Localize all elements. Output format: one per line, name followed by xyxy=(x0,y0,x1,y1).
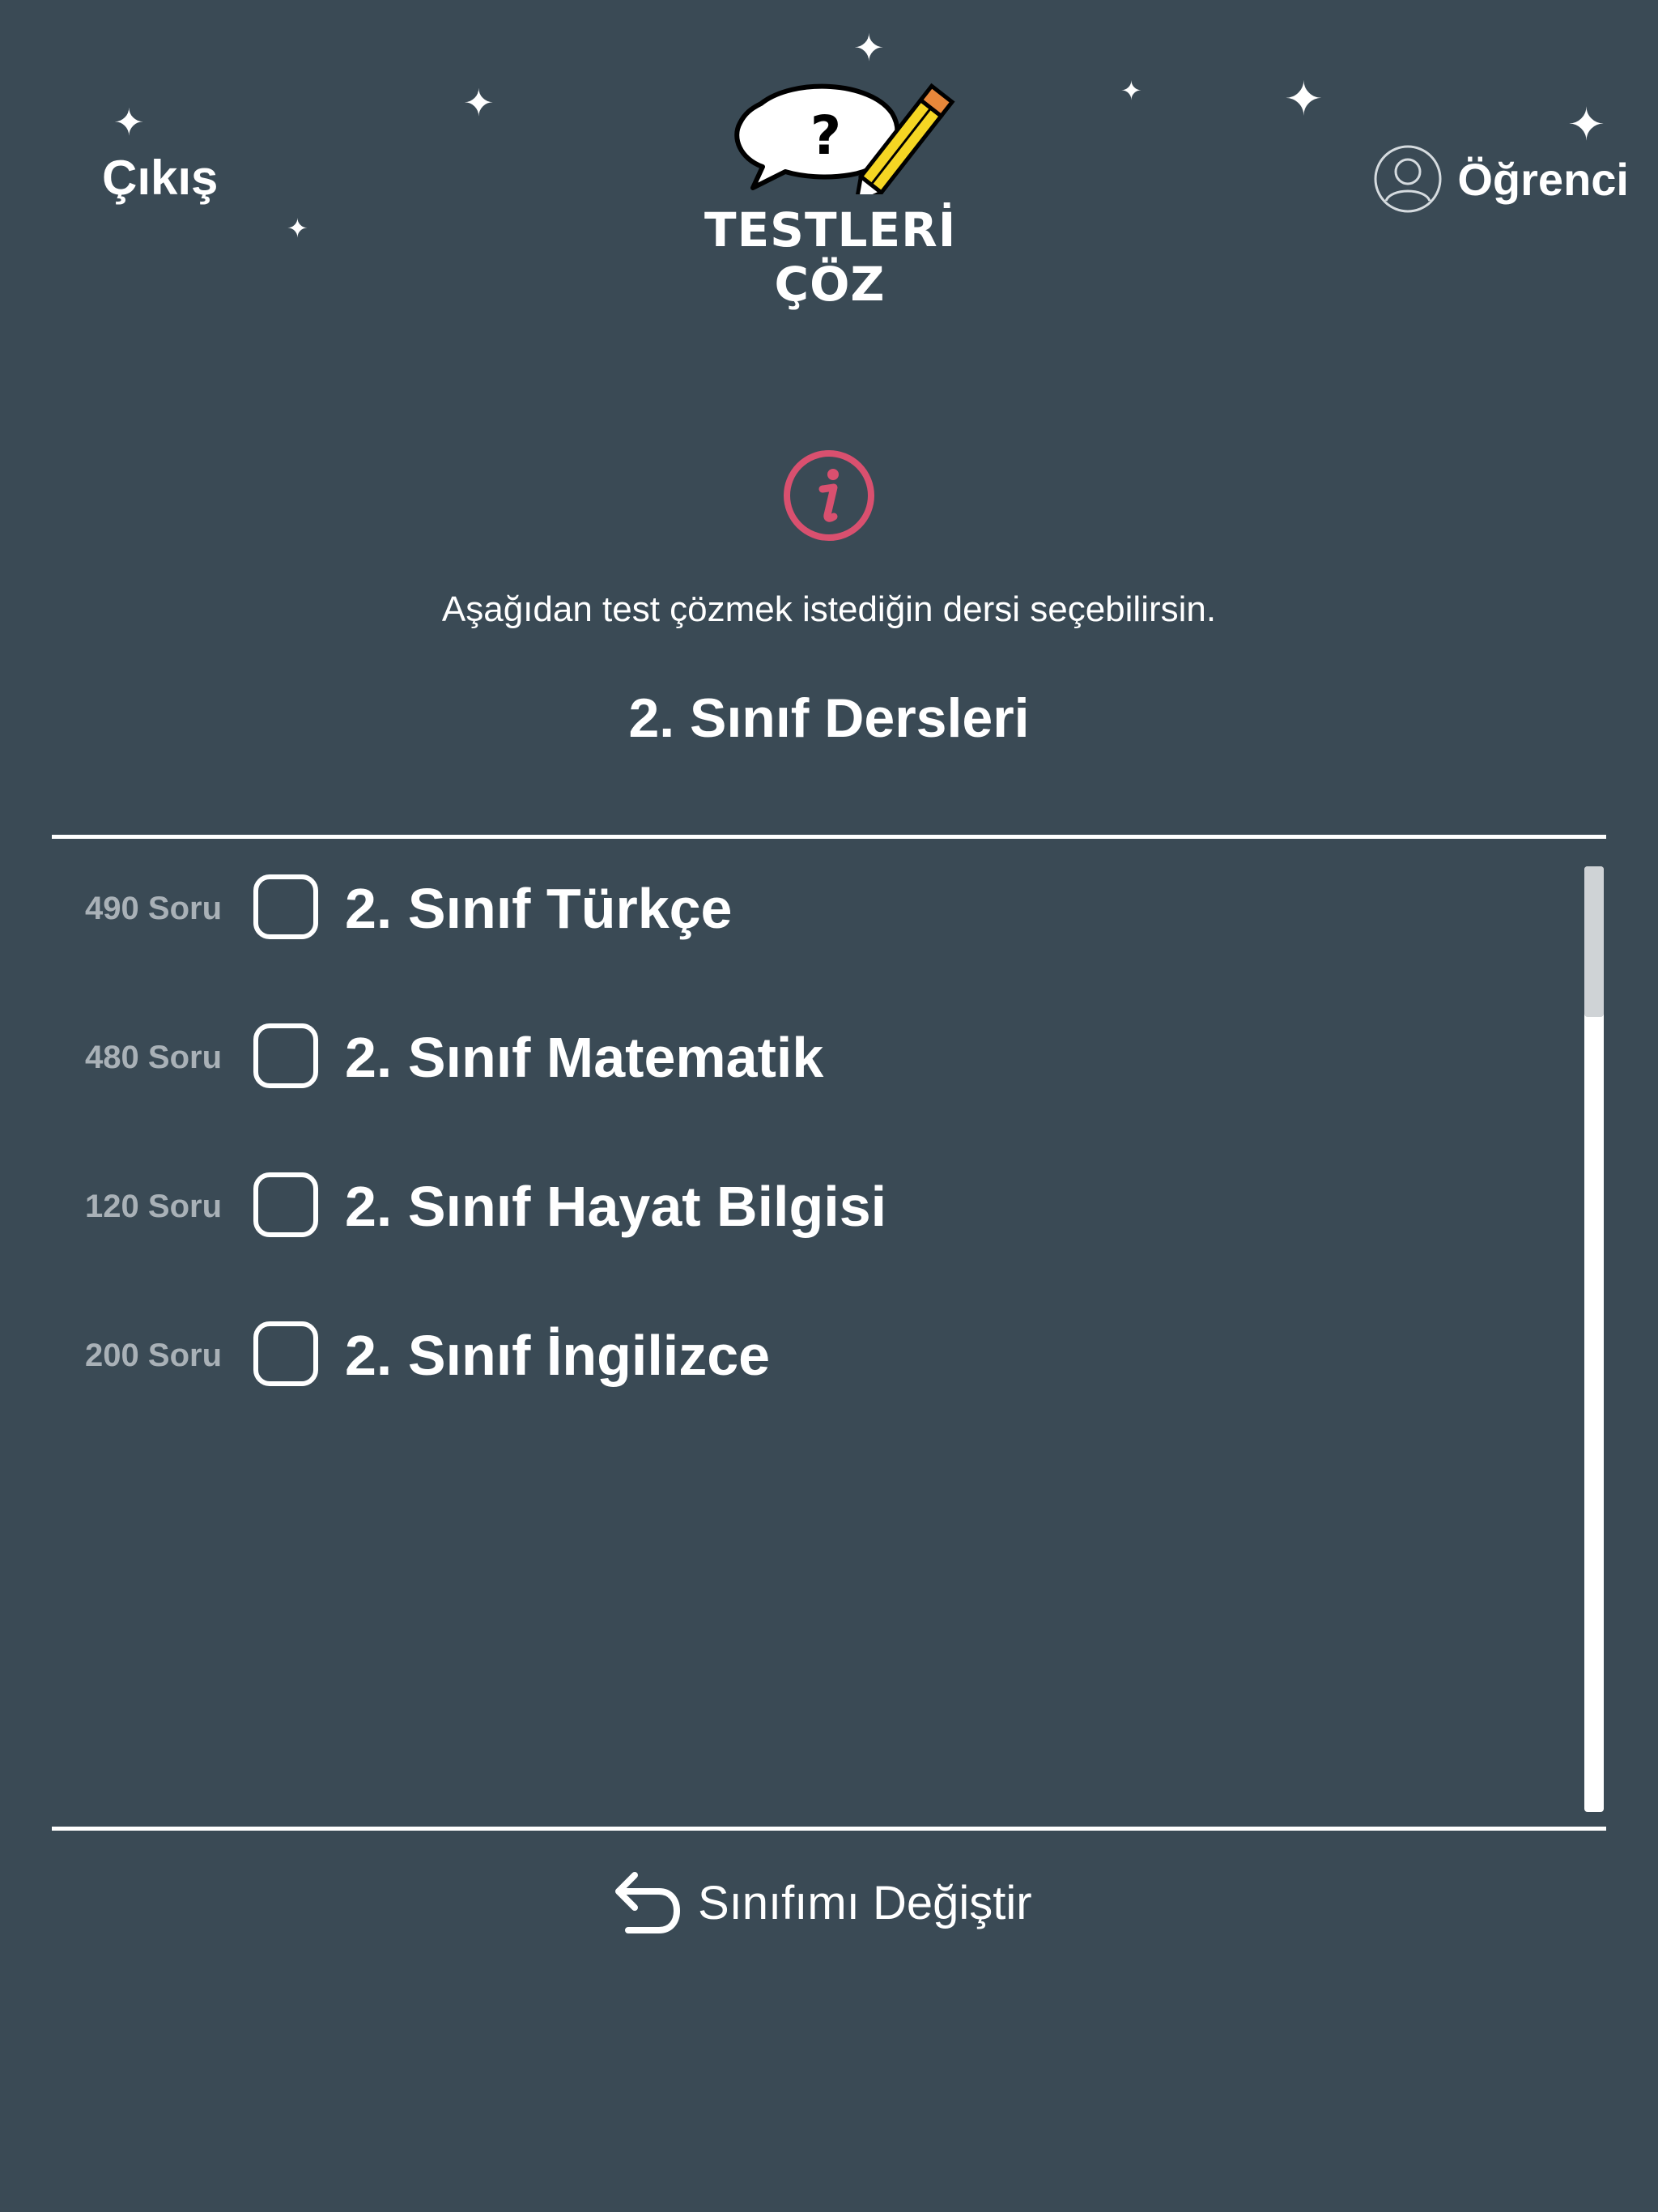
info-icon xyxy=(784,450,874,541)
scrollbar-thumb[interactable] xyxy=(1584,866,1604,1017)
sparkle-icon: ✦ xyxy=(1284,73,1324,125)
sparkle-icon: ✦ xyxy=(463,82,495,124)
sparkle-icon: ✦ xyxy=(287,214,308,243)
scrollbar[interactable] xyxy=(1584,866,1604,1812)
svg-text:?: ? xyxy=(810,104,841,167)
instruction-text: Aşağıdan test çözmek istediğin dersi seç… xyxy=(441,589,1217,629)
question-count: 490 Soru xyxy=(85,891,222,926)
sparkle-icon: ✦ xyxy=(1120,76,1142,105)
sparkle-icon: ✦ xyxy=(1567,99,1605,150)
sparkle-icon: ✦ xyxy=(113,101,145,143)
divider xyxy=(52,1827,1606,1831)
exit-button[interactable]: Çıkış xyxy=(102,150,218,206)
logo-line-2: ÇÖZ xyxy=(774,257,886,312)
subject-row-ingilizce[interactable]: 200 Soru 2. Sınıf İngilizce xyxy=(52,1313,1509,1402)
divider xyxy=(52,835,1606,839)
user-name-label: Öğrenci xyxy=(1457,153,1629,205)
undo-arrow-icon xyxy=(615,1872,680,1933)
change-class-label: Sınıfımı Değiştir xyxy=(698,1876,1032,1929)
subject-checkbox[interactable] xyxy=(253,874,318,939)
subject-name: 2. Sınıf Hayat Bilgisi xyxy=(345,1175,887,1238)
subject-checkbox[interactable] xyxy=(253,1321,318,1386)
user-icon xyxy=(1374,145,1442,213)
subject-name: 2. Sınıf Türkçe xyxy=(345,877,733,940)
page-title: 2. Sınıf Dersleri xyxy=(628,687,1030,749)
question-count: 200 Soru xyxy=(85,1338,222,1373)
logo-line-1: TESTLERİ xyxy=(704,202,957,257)
subject-row-matematik[interactable]: 480 Soru 2. Sınıf Matematik xyxy=(52,1015,1509,1104)
subject-name: 2. Sınıf İngilizce xyxy=(345,1324,771,1387)
question-count: 120 Soru xyxy=(85,1189,222,1224)
question-count: 480 Soru xyxy=(85,1040,222,1075)
subject-checkbox[interactable] xyxy=(253,1023,318,1088)
app-logo: ? TESTLERİ ÇÖZ xyxy=(704,81,955,324)
change-class-button[interactable]: Sınıfımı Değiştir xyxy=(609,1870,1032,1935)
subject-row-hayat-bilgisi[interactable]: 120 Soru 2. Sınıf Hayat Bilgisi xyxy=(52,1164,1509,1253)
subject-name: 2. Sınıf Matematik xyxy=(345,1026,824,1089)
subject-checkbox[interactable] xyxy=(253,1172,318,1237)
speech-bubble-pencil-icon: ? xyxy=(734,83,955,194)
sparkle-icon: ✦ xyxy=(853,27,885,69)
subject-row-turkce[interactable]: 490 Soru 2. Sınıf Türkçe xyxy=(52,866,1509,955)
user-profile-button[interactable]: Öğrenci xyxy=(1373,144,1629,214)
